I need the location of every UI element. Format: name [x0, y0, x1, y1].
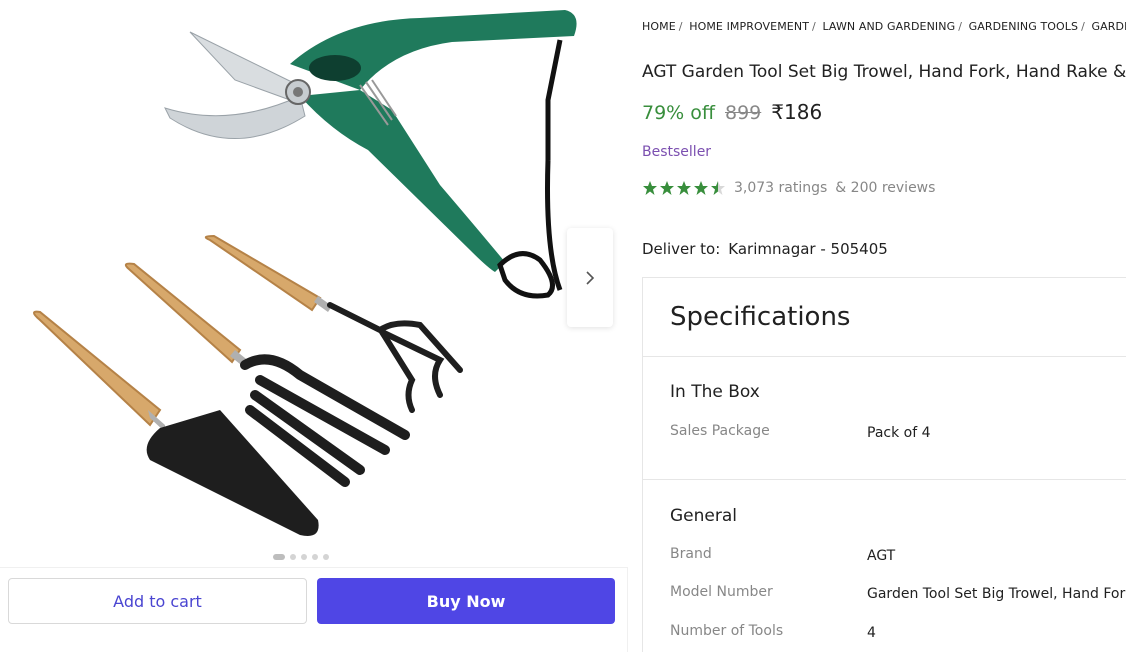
- reviews-count: & 200 reviews: [835, 180, 936, 196]
- breadcrumb: HOME / HOME IMPROVEMENT / LAWN AND GARDENI…: [642, 20, 1126, 33]
- gallery-dot[interactable]: [273, 554, 285, 560]
- divider: [643, 479, 1126, 480]
- garden-tool-set-image[interactable]: [0, 0, 628, 560]
- buy-now-button[interactable]: Buy Now: [317, 578, 615, 624]
- original-price: 899: [725, 102, 762, 124]
- specifications-title: Specifications: [670, 302, 851, 332]
- selling-price: ₹186: [771, 100, 823, 124]
- product-title: AGT Garden Tool Set Big Trowel, Hand For…: [642, 62, 1126, 82]
- spec-key: Brand: [670, 546, 712, 562]
- star-icon: [711, 181, 725, 195]
- breadcrumb-home[interactable]: HOME: [642, 20, 676, 33]
- delivery-label: Deliver to:: [642, 240, 721, 258]
- delivery-location[interactable]: Deliver to: Karimnagar - 505405: [642, 240, 888, 258]
- chevron-right-icon: [586, 270, 595, 285]
- gallery-dot[interactable]: [301, 554, 307, 560]
- breadcrumb-separator: /: [812, 20, 816, 33]
- price-row: 79% off 899 ₹186: [642, 100, 822, 124]
- divider: [627, 567, 628, 652]
- spec-section-heading: General: [670, 506, 737, 526]
- gallery-dot[interactable]: [290, 554, 296, 560]
- star-icon: [660, 181, 674, 195]
- product-gallery: Add to cart Buy Now: [0, 0, 628, 652]
- spec-key: Number of Tools: [670, 623, 784, 639]
- breadcrumb-lawn-and-gardening[interactable]: LAWN AND GARDENING: [822, 20, 955, 33]
- ratings-count: 3,073 ratings: [734, 180, 828, 196]
- spec-key: Sales Package: [670, 423, 770, 439]
- breadcrumb-home-improvement[interactable]: HOME IMPROVEMENT: [689, 20, 809, 33]
- star-icon: [643, 181, 657, 195]
- star-icon: [694, 181, 708, 195]
- breadcrumb-separator: /: [1081, 20, 1085, 33]
- gallery-dot[interactable]: [323, 554, 329, 560]
- gallery-next-button[interactable]: [567, 228, 613, 327]
- ratings-summary[interactable]: 3,073 ratings & 200 reviews: [642, 180, 935, 196]
- gallery-pagination: [273, 554, 329, 560]
- breadcrumb-separator: /: [678, 20, 683, 33]
- spec-value: Garden Tool Set Big Trowel, Hand Fork: [867, 586, 1126, 602]
- spec-value: 4: [867, 625, 876, 641]
- gallery-dot[interactable]: [312, 554, 318, 560]
- breadcrumb-gardening-tools[interactable]: GARDENING TOOLS: [969, 20, 1078, 33]
- divider: [0, 567, 628, 568]
- star-icon: [677, 181, 691, 195]
- divider: [643, 356, 1126, 357]
- spec-section-heading: In The Box: [670, 382, 760, 402]
- star-rating: [642, 180, 726, 196]
- bestseller-badge: Bestseller: [642, 144, 712, 160]
- spec-key: Model Number: [670, 584, 773, 600]
- specifications-panel: Specifications In The Box Sales Package …: [642, 277, 1126, 652]
- spec-value: AGT: [867, 548, 896, 564]
- spec-value: Pack of 4: [867, 425, 931, 441]
- breadcrumb-garden-tools[interactable]: GARDEN TO: [1092, 20, 1126, 33]
- breadcrumb-separator: /: [958, 20, 963, 33]
- discount-percent: 79% off: [642, 102, 715, 124]
- add-to-cart-button[interactable]: Add to cart: [8, 578, 307, 624]
- delivery-pincode: Karimnagar - 505405: [728, 240, 888, 258]
